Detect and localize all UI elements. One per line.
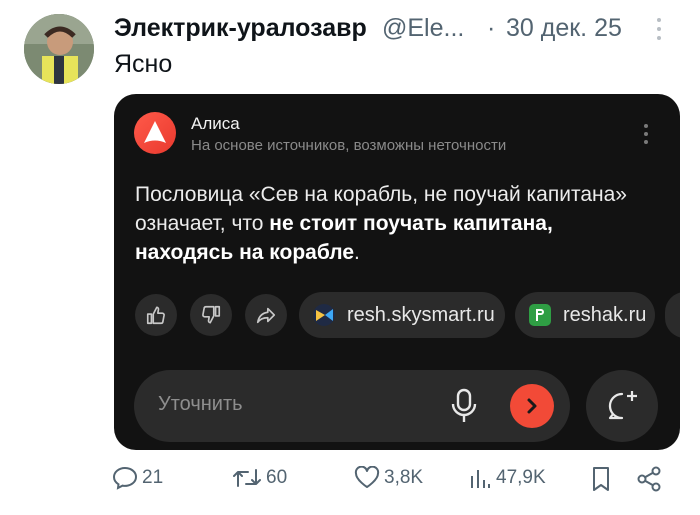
thumbs-down-button[interactable]: [190, 294, 232, 336]
alisa-answer-card[interactable]: Алиса На основе источников, возможны нет…: [114, 94, 680, 450]
share-icon: [256, 307, 276, 324]
send-button[interactable]: [510, 384, 554, 428]
bookmark-button[interactable]: [590, 466, 616, 492]
reshak-favicon-icon: [529, 304, 551, 326]
alisa-logo-icon: [134, 112, 176, 154]
refine-input-placeholder: Уточнить: [158, 393, 243, 415]
microphone-icon[interactable]: [450, 388, 478, 424]
skysmart-favicon-icon: [313, 304, 335, 326]
thumbs-down-icon: [202, 305, 221, 324]
new-chat-button[interactable]: [586, 370, 658, 442]
more-vertical-icon[interactable]: [654, 18, 664, 44]
views-count: 47,9K: [496, 467, 546, 488]
post-action-bar: 21 60 3,8K 47,9K: [112, 466, 672, 502]
reply-button[interactable]: 21: [112, 466, 163, 490]
heart-icon: [354, 466, 380, 488]
thumbs-up-icon: [146, 306, 165, 325]
source-chip-reshak[interactable]: reshak.ru: [515, 292, 655, 338]
author-name[interactable]: Электрик-уралозавр: [114, 14, 367, 43]
repost-button[interactable]: 60: [232, 466, 287, 490]
share-button[interactable]: [245, 294, 287, 336]
header-separator: ·: [487, 14, 496, 42]
assistant-name: Алиса: [191, 114, 240, 133]
avatar-photo-icon: [24, 14, 94, 84]
repost-icon: [233, 469, 261, 487]
avatar[interactable]: [24, 14, 94, 84]
share-nodes-icon: [637, 466, 661, 492]
card-more-icon[interactable]: [643, 124, 649, 146]
post-header: Электрик-уралозавр @Ele... · 30 дек. 25: [114, 12, 674, 46]
post-date[interactable]: 30 дек. 25: [506, 14, 622, 43]
thumbs-up-button[interactable]: [135, 294, 177, 336]
source-label-skysmart: resh.skysmart.ru: [347, 303, 495, 326]
author-handle[interactable]: @Ele...: [382, 14, 464, 43]
like-count: 3,8K: [384, 467, 424, 488]
answer-text-end: .: [354, 241, 360, 264]
reply-count: 21: [142, 467, 164, 488]
views-bar-chart-icon: [471, 470, 490, 488]
share-post-button[interactable]: [636, 466, 666, 492]
repost-count: 60: [266, 467, 288, 488]
source-label-reshak: reshak.ru: [563, 303, 647, 326]
assistant-subtitle: На основе источников, возможны неточност…: [191, 137, 507, 154]
source-chip-skysmart[interactable]: resh.skysmart.ru: [299, 292, 505, 338]
answer-text: Пословица «Сев на корабль, не поучай кап…: [135, 180, 655, 267]
like-button[interactable]: 3,8K: [354, 466, 423, 490]
refine-input[interactable]: Уточнить: [134, 370, 570, 442]
chevron-right-icon: [527, 398, 537, 414]
new-chat-icon: [608, 391, 637, 420]
bookmark-icon: [593, 467, 609, 491]
source-chip-partial[interactable]: [665, 292, 680, 338]
views-button[interactable]: 47,9K: [468, 466, 546, 490]
reply-icon: [112, 466, 138, 490]
post-text: Ясно: [114, 50, 173, 78]
